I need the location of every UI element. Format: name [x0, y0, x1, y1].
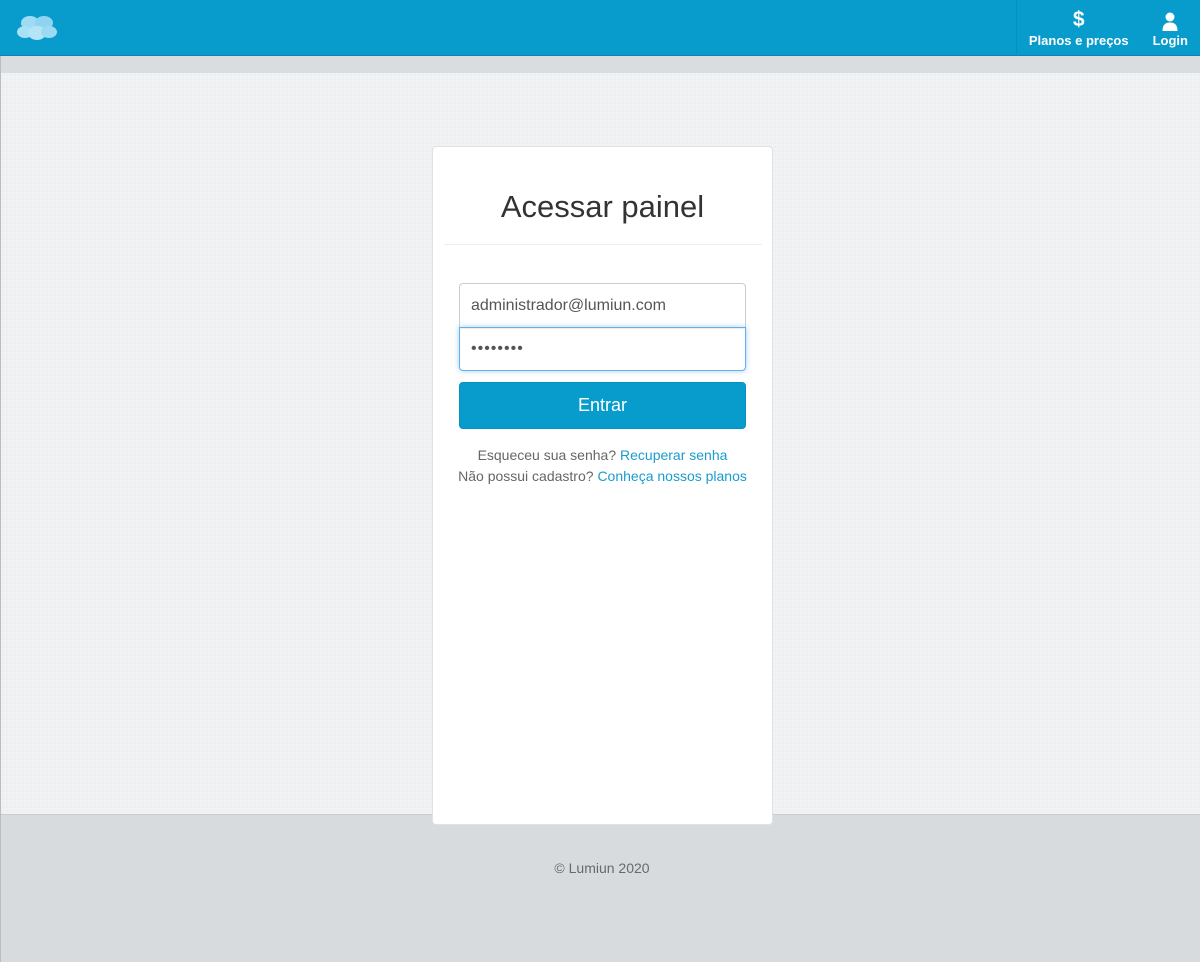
dollar-icon: $	[1072, 7, 1085, 31]
footer-copyright: © Lumiun 2020	[554, 860, 650, 876]
signup-line: Não possui cadastro? Conheça nossos plan…	[433, 468, 772, 484]
user-icon	[1162, 9, 1178, 31]
top-navbar: $ Planos e preços Login	[0, 0, 1200, 56]
signup-text: Não possui cadastro?	[458, 468, 594, 484]
header-strip	[0, 56, 1200, 73]
login-submit-button[interactable]: Entrar	[459, 382, 746, 429]
login-card: Acessar painel Entrar Esqueceu sua senha…	[432, 146, 773, 825]
page-title: Acessar painel	[500, 189, 705, 224]
nav-plans-prices[interactable]: $ Planos e preços	[1017, 0, 1141, 56]
plans-link[interactable]: Conheça nossos planos	[597, 468, 746, 484]
forgot-password-text: Esqueceu sua senha?	[477, 447, 617, 463]
nav-plans-prices-label: Planos e preços	[1028, 32, 1129, 48]
nav-login[interactable]: Login	[1141, 0, 1200, 56]
nav-login-label: Login	[1152, 32, 1188, 48]
password-field[interactable]	[459, 327, 746, 371]
title-divider	[444, 244, 762, 245]
recover-password-link[interactable]: Recuperar senha	[620, 447, 727, 463]
cloud-logo-icon[interactable]	[16, 14, 58, 42]
email-field[interactable]	[459, 283, 746, 328]
main-nav: $ Planos e preços Login	[1015, 0, 1200, 56]
forgot-password-line: Esqueceu sua senha? Recuperar senha	[433, 447, 772, 463]
